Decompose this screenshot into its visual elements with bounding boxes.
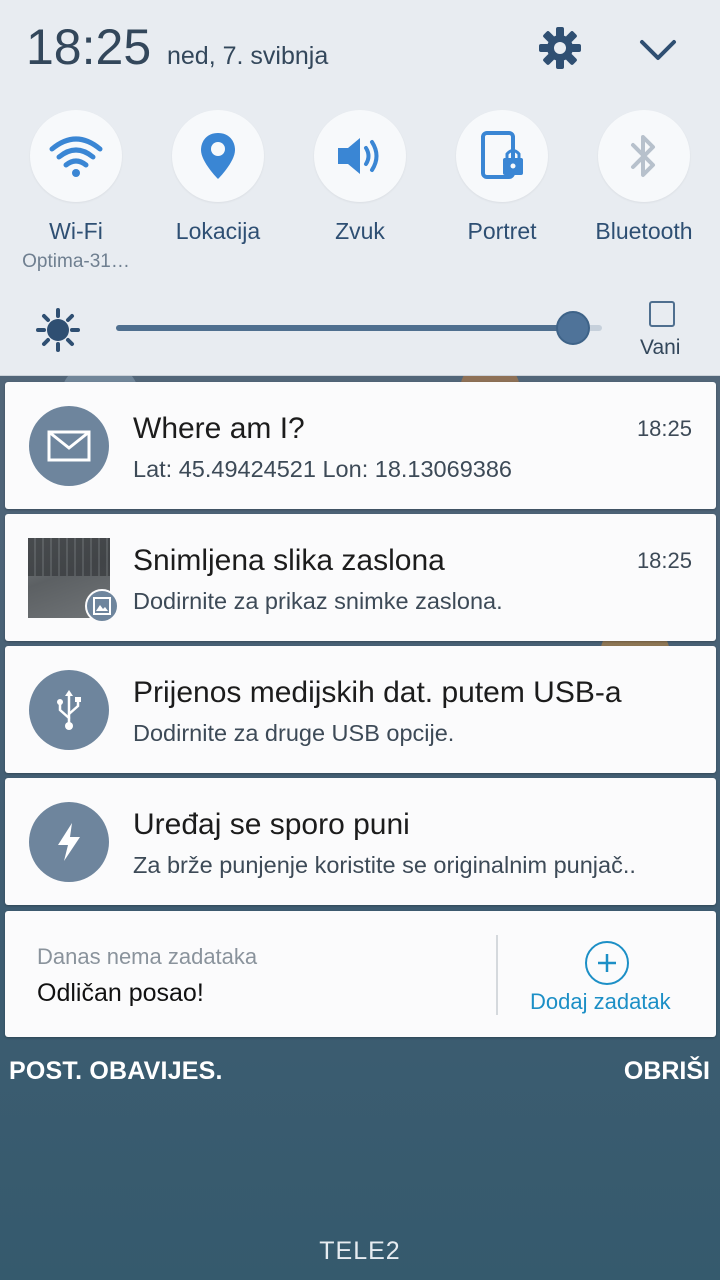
wifi-icon (30, 110, 122, 202)
add-task-plus-icon[interactable] (585, 941, 629, 985)
notification-body: Dodirnite za prikaz snimke zaslona. (133, 588, 503, 614)
notification-time: 18:25 (636, 548, 692, 573)
lightning-icon (29, 802, 109, 882)
brightness-slider-fill (116, 325, 573, 331)
tile-location[interactable]: Lokacija (147, 110, 289, 280)
tasks-subtitle: Danas nema zadataka (37, 944, 258, 969)
sound-icon (314, 110, 406, 202)
mail-icon (29, 406, 109, 486)
notification-title: Prijenos medijskih dat. putem USB-a (133, 676, 622, 709)
collapse-chevron-icon[interactable] (634, 26, 682, 74)
tile-portrait[interactable]: Portret (431, 110, 573, 280)
divider (496, 935, 498, 1015)
notification-body: Za brže punjenje koristite se originalni… (133, 852, 636, 878)
tile-label: Portret (467, 218, 537, 244)
notification-title: Snimljena slika zaslona (133, 544, 445, 577)
location-icon (172, 110, 264, 202)
portrait-lock-icon (456, 110, 548, 202)
tile-label: Wi-Fi (49, 218, 103, 244)
tile-sound[interactable]: Zvuk (289, 110, 431, 280)
settings-gear-icon[interactable] (536, 24, 584, 72)
date-label: ned, 7. svibnja (167, 42, 329, 70)
bluetooth-icon (598, 110, 690, 202)
add-task-button[interactable]: Dodaj zadatak (530, 989, 671, 1015)
notification-title: Where am I? (133, 412, 305, 445)
notification-where-am-i[interactable]: Where am I? Lat: 45.49424521 Lon: 18.130… (5, 382, 716, 509)
tasks-message: Odličan posao! (37, 979, 204, 1007)
clear-all-button[interactable]: OBRIŠI (624, 1057, 710, 1086)
notification-slow-charging[interactable]: Uređaj se sporo puni Za brže punjenje ko… (5, 778, 716, 905)
notification-title: Uređaj se sporo puni (133, 808, 410, 841)
carrier-label: TELE2 (319, 1237, 401, 1265)
tile-bluetooth[interactable]: Bluetooth (573, 110, 715, 280)
usb-icon (29, 670, 109, 750)
image-icon (85, 589, 119, 623)
brightness-slider-thumb[interactable] (555, 311, 590, 345)
brightness-slider[interactable] (116, 311, 602, 345)
notification-body: Lat: 45.49424521 Lon: 18.13069386 (133, 456, 512, 482)
tile-label: Bluetooth (595, 218, 693, 244)
wifi-network-name: Optima-31… (22, 251, 130, 272)
brightness-sun-icon (36, 308, 80, 352)
clock: 18:25 (26, 19, 152, 75)
notification-screenshot[interactable]: Snimljena slika zaslona Dodirnite za pri… (5, 514, 716, 641)
quick-panel: 18:25 ned, 7. svibnja Wi-Fi Optima-31… L… (0, 0, 720, 376)
outdoor-mode-checkbox[interactable] (649, 301, 675, 327)
notification-body: Dodirnite za druge USB opcije. (133, 720, 455, 746)
outdoor-mode-label: Vani (640, 336, 681, 359)
notification-time: 18:25 (636, 416, 692, 441)
tile-label: Lokacija (175, 218, 261, 244)
tasks-card: Danas nema zadataka Odličan posao! Dodaj… (5, 911, 716, 1037)
tile-wifi[interactable]: Wi-Fi Optima-31… (5, 110, 147, 280)
tile-label: Zvuk (335, 218, 385, 244)
notification-usb[interactable]: Prijenos medijskih dat. putem USB-a Dodi… (5, 646, 716, 773)
notification-settings-button[interactable]: POST. OBAVIJES. (9, 1057, 223, 1086)
